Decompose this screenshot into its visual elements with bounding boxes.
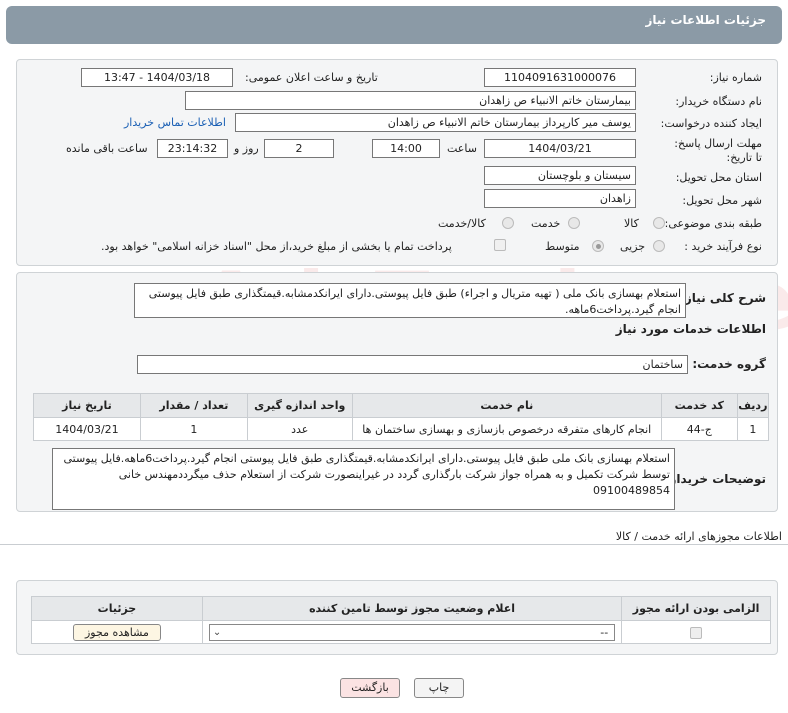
- col-permit-status: اعلام وضعیت مجوز توسط تامین کننده: [201, 596, 623, 621]
- cell-unit: عدد: [246, 417, 353, 441]
- page-title: جزئیات اطلاعات نیاز: [645, 13, 766, 27]
- cell-permit-status: -- ⌄: [201, 620, 623, 644]
- col-code: کد خدمت: [660, 393, 738, 418]
- category-both-label: کالا/خدمت: [438, 217, 486, 230]
- purchase-minor-radio[interactable]: [653, 240, 665, 252]
- col-name: نام خدمت: [351, 393, 662, 418]
- cell-code: ج-44: [660, 417, 738, 441]
- col-date: تاریخ نیاز: [33, 393, 141, 418]
- cell-name: انجام کارهای متفرقه درخصوص بازسازی و بهس…: [351, 417, 662, 441]
- category-goods-label: کالا: [624, 217, 639, 230]
- need-number-label: شماره نیاز:: [709, 71, 762, 84]
- purchase-medium-radio[interactable]: [592, 240, 604, 252]
- days-label: روز و: [234, 142, 259, 155]
- permits-table: الزامی بودن ارائه مجوز اعلام وضعیت مجوز …: [31, 596, 771, 644]
- summary-textarea[interactable]: استعلام بهسازی بانک ملی ( تهیه متریال و …: [134, 283, 686, 318]
- cell-permit-required: [621, 620, 771, 644]
- remaining-time-field: 23:14:32: [157, 139, 228, 158]
- permits-divider: [0, 544, 788, 545]
- announce-label: تاریخ و ساعت اعلان عمومی:: [245, 71, 378, 84]
- category-service-label: خدمت: [531, 217, 561, 230]
- view-permit-button[interactable]: مشاهده مجوز: [72, 623, 161, 641]
- back-button[interactable]: بازگشت: [340, 678, 400, 698]
- cell-permit-details: مشاهده مجوز: [31, 620, 203, 644]
- services-table-header: ردیف کد خدمت نام خدمت واحد اندازه گیری ت…: [33, 393, 770, 418]
- city-label: شهر محل تحویل:: [682, 194, 762, 207]
- purchase-minor-label: جزیی: [620, 240, 646, 253]
- deadline-time-label: ساعت: [447, 142, 477, 155]
- service-group-field: ساختمان: [137, 355, 688, 374]
- creator-field: یوسف میر کارپرداز بیمارستان خاتم الانبیا…: [235, 113, 636, 132]
- buyer-notes-textarea[interactable]: استعلام بهسازی بانک ملی طبق فایل پیوستی.…: [52, 448, 675, 510]
- deadline-label: مهلت ارسال پاسخ: تا تاریخ:: [674, 137, 762, 164]
- category-both-radio[interactable]: [502, 217, 514, 229]
- buyer-contact-link[interactable]: اطلاعات تماس خریدار: [124, 116, 226, 129]
- summary-label: شرح کلی نیاز:: [680, 291, 766, 305]
- table-row: 1 ج-44 انجام کارهای متفرقه درخصوص بازساز…: [33, 417, 770, 441]
- purchase-type-label: نوع فرآیند خرید :: [684, 240, 762, 253]
- treasury-payment-note: پرداخت تمام یا بخشی از مبلغ خرید،از محل …: [101, 240, 452, 253]
- col-unit: واحد اندازه گیری: [246, 393, 353, 418]
- table-row: -- ⌄ مشاهده مجوز: [31, 620, 771, 644]
- services-section-title: اطلاعات خدمات مورد نیاز: [615, 322, 766, 336]
- col-permit-details: جزئیات: [31, 596, 203, 621]
- province-label: استان محل تحویل:: [675, 171, 762, 184]
- days-field: 2: [264, 139, 334, 158]
- announce-field: 1404/03/18 - 13:47: [81, 68, 233, 87]
- cell-row: 1: [736, 417, 770, 441]
- service-group-label: گروه خدمت:: [692, 357, 766, 371]
- col-row: ردیف: [736, 393, 770, 418]
- permit-status-value: --: [600, 625, 609, 639]
- deadline-time-field: 14:00: [372, 139, 440, 158]
- permit-required-checkbox[interactable]: [690, 626, 703, 639]
- purchase-medium-label: متوسط: [545, 240, 580, 253]
- category-service-radio[interactable]: [568, 217, 580, 229]
- print-button[interactable]: چاپ: [414, 678, 464, 698]
- permits-table-header: الزامی بودن ارائه مجوز اعلام وضعیت مجوز …: [31, 596, 771, 621]
- buyer-org-label: نام دستگاه خریدار:: [675, 95, 762, 108]
- services-table: ردیف کد خدمت نام خدمت واحد اندازه گیری ت…: [33, 393, 770, 441]
- permit-status-select[interactable]: -- ⌄: [208, 623, 616, 641]
- deadline-date-field: 1404/03/21: [484, 139, 636, 158]
- buyer-notes-label: توضیحات خریدار:: [664, 472, 766, 486]
- category-label: طبقه بندی موضوعی:: [664, 217, 762, 230]
- creator-label: ایجاد کننده درخواست:: [660, 117, 762, 130]
- province-field: سیستان و بلوچستان: [484, 166, 636, 185]
- category-goods-radio[interactable]: [653, 217, 665, 229]
- col-permit-required: الزامی بودن ارائه مجوز: [621, 596, 771, 621]
- permits-section-title: اطلاعات مجوزهای ارائه خدمت / کالا: [615, 530, 782, 543]
- city-field: زاهدان: [484, 189, 636, 208]
- buyer-org-field: بیمارستان خاتم الانبیاء ص زاهدان: [185, 91, 636, 110]
- treasury-payment-checkbox[interactable]: [494, 239, 506, 251]
- col-qty: تعداد / مقدار: [139, 393, 248, 418]
- cell-date: 1404/03/21: [33, 417, 141, 441]
- need-number-field: 1104091631000076: [484, 68, 636, 87]
- chevron-down-icon: ⌄: [212, 626, 222, 638]
- remaining-label: ساعت باقی مانده: [66, 142, 148, 155]
- cell-qty: 1: [139, 417, 248, 441]
